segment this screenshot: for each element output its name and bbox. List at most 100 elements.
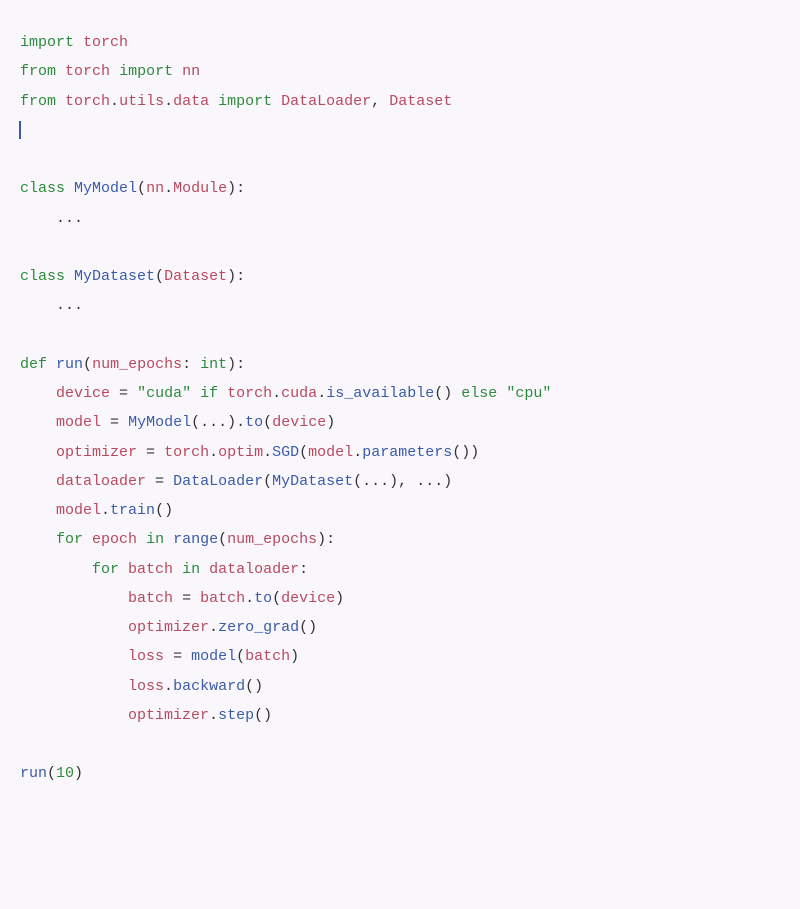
code-token: ) bbox=[461, 444, 470, 461]
code-token: MyModel bbox=[128, 414, 191, 431]
code-line: from torch.utils.data import DataLoader,… bbox=[20, 87, 780, 116]
code-token bbox=[173, 590, 182, 607]
code-token: num_epochs bbox=[92, 356, 182, 373]
code-token: is_available bbox=[326, 385, 434, 402]
code-token: model bbox=[56, 502, 101, 519]
code-token bbox=[182, 648, 191, 665]
code-token: . bbox=[164, 93, 173, 110]
code-token: ) bbox=[317, 531, 326, 548]
code-token: Module bbox=[173, 180, 227, 197]
code-token: ( bbox=[263, 473, 272, 490]
code-token: for bbox=[56, 531, 83, 548]
code-token: ( bbox=[434, 385, 443, 402]
code-token: ) bbox=[227, 268, 236, 285]
code-token bbox=[272, 93, 281, 110]
code-token: ) bbox=[227, 414, 236, 431]
code-token: parameters bbox=[362, 444, 452, 461]
code-token: loss bbox=[128, 648, 164, 665]
code-token: . bbox=[164, 180, 173, 197]
code-token: ... bbox=[416, 473, 443, 490]
code-line: ... bbox=[20, 291, 780, 320]
code-line: optimizer = torch.optim.SGD(model.parame… bbox=[20, 438, 780, 467]
code-token: ) bbox=[470, 444, 479, 461]
code-token: Dataset bbox=[164, 268, 227, 285]
code-token: batch bbox=[128, 590, 173, 607]
code-line bbox=[20, 321, 780, 350]
code-token: MyModel bbox=[74, 180, 137, 197]
code-token: = bbox=[119, 385, 128, 402]
code-token: class bbox=[20, 180, 65, 197]
code-token: step bbox=[218, 707, 254, 724]
code-token: run bbox=[20, 765, 47, 782]
code-token bbox=[155, 444, 164, 461]
code-token: . bbox=[317, 385, 326, 402]
code-token: int bbox=[200, 356, 227, 373]
code-token: train bbox=[110, 502, 155, 519]
code-token: . bbox=[263, 444, 272, 461]
code-token: . bbox=[245, 590, 254, 607]
code-line: class MyModel(nn.Module): bbox=[20, 174, 780, 203]
code-line: batch = batch.to(device) bbox=[20, 584, 780, 613]
code-token: : bbox=[236, 356, 245, 373]
code-token: nn bbox=[182, 63, 200, 80]
code-token bbox=[200, 561, 209, 578]
code-token: ( bbox=[254, 707, 263, 724]
code-token bbox=[164, 531, 173, 548]
code-token: torch bbox=[83, 34, 128, 51]
code-token: batch bbox=[128, 561, 173, 578]
code-token: = bbox=[146, 444, 155, 461]
code-token: ( bbox=[218, 531, 227, 548]
code-token: "cuda" bbox=[137, 385, 191, 402]
code-token bbox=[83, 531, 92, 548]
code-token: zero_grad bbox=[218, 619, 299, 636]
code-line bbox=[20, 233, 780, 262]
code-line: dataloader = DataLoader(MyDataset(...), … bbox=[20, 467, 780, 496]
code-token: else bbox=[461, 385, 497, 402]
code-token: ( bbox=[299, 619, 308, 636]
code-token: ) bbox=[443, 473, 452, 490]
code-token: torch bbox=[65, 93, 110, 110]
code-token bbox=[110, 385, 119, 402]
code-token: , bbox=[371, 93, 380, 110]
code-token: import bbox=[218, 93, 272, 110]
code-token: . bbox=[209, 707, 218, 724]
code-token: ( bbox=[137, 180, 146, 197]
code-token: torch bbox=[227, 385, 272, 402]
code-token bbox=[65, 180, 74, 197]
code-line: ... bbox=[20, 204, 780, 233]
code-token: . bbox=[353, 444, 362, 461]
code-token bbox=[128, 385, 137, 402]
code-token: ) bbox=[326, 414, 335, 431]
code-token: ( bbox=[353, 473, 362, 490]
code-token: num_epochs bbox=[227, 531, 317, 548]
code-token: ( bbox=[299, 444, 308, 461]
code-line: import torch bbox=[20, 28, 780, 57]
code-token: . bbox=[209, 619, 218, 636]
code-token bbox=[119, 561, 128, 578]
code-token: optimizer bbox=[128, 619, 209, 636]
code-token: "cpu" bbox=[506, 385, 551, 402]
code-token: Dataset bbox=[389, 93, 452, 110]
code-token bbox=[452, 385, 461, 402]
code-line: class MyDataset(Dataset): bbox=[20, 262, 780, 291]
code-token: ) bbox=[308, 619, 317, 636]
code-token: ) bbox=[290, 648, 299, 665]
code-editor[interactable]: import torchfrom torch import nnfrom tor… bbox=[20, 28, 780, 789]
code-line: for epoch in range(num_epochs): bbox=[20, 525, 780, 554]
code-token: ( bbox=[272, 590, 281, 607]
code-token: backward bbox=[173, 678, 245, 695]
code-token: import bbox=[20, 34, 74, 51]
code-token: optimizer bbox=[128, 707, 209, 724]
code-token: ( bbox=[155, 502, 164, 519]
code-token bbox=[173, 63, 182, 80]
code-token: ( bbox=[191, 414, 200, 431]
code-token: dataloader bbox=[56, 473, 146, 490]
code-token: DataLoader bbox=[173, 473, 263, 490]
code-token bbox=[173, 561, 182, 578]
code-token bbox=[218, 385, 227, 402]
code-line: from torch import nn bbox=[20, 57, 780, 86]
code-line: model = MyModel(...).to(device) bbox=[20, 408, 780, 437]
code-token: . bbox=[236, 414, 245, 431]
code-token bbox=[110, 63, 119, 80]
code-token: , bbox=[398, 473, 407, 490]
